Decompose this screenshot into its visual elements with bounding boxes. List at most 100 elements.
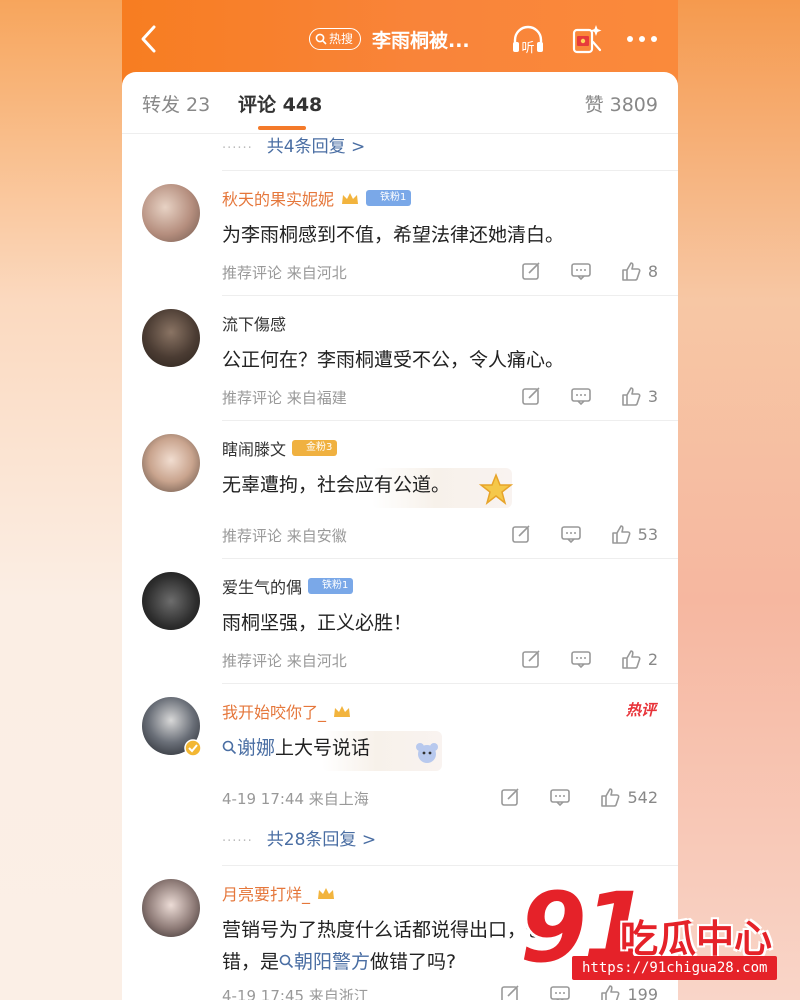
search-icon <box>222 740 237 755</box>
like-count: 8 <box>647 261 658 281</box>
comment-text: 营销号为了热度什么话都说得出口，也 <box>222 919 546 941</box>
active-tab-indicator <box>258 126 306 130</box>
comment-text: 公正何在？李雨桐遭受不公，令人痛心。 <box>222 349 565 371</box>
red-packet-button[interactable] <box>568 20 606 58</box>
comment-meta: 4-19 17:45 来自浙江 <box>222 987 369 1000</box>
thumbs-up-icon <box>622 387 641 406</box>
comment-text: 谢娜上大号说话 <box>222 733 370 760</box>
avatar[interactable] <box>142 309 200 367</box>
like-button[interactable]: 53 <box>610 523 658 545</box>
comment-meta: 推荐评论 来自福建 <box>222 389 347 407</box>
comment-text: 无辜遭拘，社会应有公道。 <box>222 474 451 496</box>
crown-icon <box>342 193 359 204</box>
topic-link[interactable]: 谢娜 <box>222 737 275 759</box>
search-icon <box>279 954 294 969</box>
thumbs-up-icon <box>622 650 641 669</box>
avatar[interactable] <box>142 184 200 242</box>
comment-author[interactable]: 流下傷感 <box>222 311 286 335</box>
comment-actions: 2 <box>520 648 658 670</box>
more-icon <box>627 36 657 42</box>
like-count: 542 <box>627 787 658 807</box>
comment-icon[interactable] <box>560 523 582 545</box>
like-count: 53 <box>637 524 658 544</box>
crown-icon <box>318 888 335 899</box>
watermark-url: https://91chigua28.com <box>572 956 778 980</box>
tab-bar: 转发 23 评论 448 赞 3809 <box>122 72 678 134</box>
star-sticker-icon <box>478 472 514 505</box>
avatar[interactable] <box>142 879 200 937</box>
fan-badge: 金粉3 <box>292 440 338 456</box>
comment-author[interactable]: 爱生气的偶 铁粉1 <box>222 574 354 598</box>
divider <box>222 420 678 421</box>
share-icon[interactable] <box>499 983 521 1000</box>
listen-button[interactable]: 听 <box>510 22 546 58</box>
like-button[interactable]: 2 <box>620 648 658 670</box>
app-screen: 热搜 李雨桐被... 听 转发 23 评论 448 赞 3809 ······ … <box>122 0 678 1000</box>
divider <box>222 558 678 559</box>
like-button[interactable]: 542 <box>599 786 658 808</box>
sticker-icon <box>416 743 438 763</box>
chevron-left-icon <box>141 25 156 53</box>
comment-icon[interactable] <box>549 786 571 808</box>
comment-meta: 推荐评论 来自安徽 <box>222 527 347 545</box>
comment-text: 雨桐坚强，正义必胜！ <box>222 612 413 634</box>
avatar[interactable] <box>142 572 200 630</box>
divider <box>222 865 678 866</box>
fan-badge: 铁粉1 <box>366 190 412 206</box>
watermark: 91 吃瓜中心 https://91chigua28.com <box>520 872 790 990</box>
background-left <box>0 0 122 1000</box>
listen-label: 听 <box>521 41 534 56</box>
hot-comment-tag: 热评 <box>625 701 656 719</box>
divider <box>222 170 678 171</box>
page-title[interactable]: 李雨桐被... <box>372 26 470 53</box>
more-button[interactable] <box>624 30 660 48</box>
comment-icon[interactable] <box>570 648 592 670</box>
avatar[interactable] <box>142 434 200 492</box>
comment-author[interactable]: 我开始咬你了_ <box>222 699 352 723</box>
view-replies-link[interactable]: ······ 共4条回复 > <box>222 132 365 157</box>
comment-icon[interactable] <box>570 385 592 407</box>
thumbs-up-icon <box>622 262 641 281</box>
divider <box>222 683 678 684</box>
thumbs-up-icon <box>611 525 631 544</box>
hot-search-badge[interactable]: 热搜 <box>309 28 362 50</box>
watermark-logo-text: 吃瓜中心 <box>620 917 773 961</box>
verified-icon <box>184 739 202 757</box>
comment-actions: 8 <box>520 260 658 282</box>
comment-actions: 3 <box>520 385 658 407</box>
background-right <box>678 0 800 1000</box>
hot-search-label: 热搜 <box>329 31 354 46</box>
headphones-icon: 听 <box>513 25 543 56</box>
back-button[interactable] <box>136 22 162 56</box>
divider <box>122 133 678 134</box>
comments-panel: 转发 23 评论 448 赞 3809 ······ 共4条回复 > 秋天的果实妮… <box>122 72 678 1000</box>
tab-reposts[interactable]: 转发 23 <box>142 90 210 117</box>
divider <box>222 295 678 296</box>
comment-meta: 推荐评论 来自河北 <box>222 264 347 282</box>
thumbs-up-icon <box>601 788 620 807</box>
share-icon[interactable] <box>520 648 542 670</box>
search-icon <box>315 33 327 45</box>
fan-badge: 铁粉1 <box>308 578 354 594</box>
comment-meta: 4-19 17:44 来自上海 <box>222 790 369 808</box>
topic-link[interactable]: 朝阳警方 <box>279 951 370 973</box>
share-icon[interactable] <box>520 385 542 407</box>
tab-likes[interactable]: 赞 3809 <box>585 90 658 117</box>
comment-author[interactable]: 秋天的果实妮妮 铁粉1 <box>222 186 412 210</box>
comment-actions: 542 <box>499 786 658 808</box>
red-packet-icon <box>572 25 602 54</box>
like-button[interactable]: 8 <box>620 260 658 282</box>
share-icon[interactable] <box>510 523 532 545</box>
like-button[interactable]: 3 <box>620 385 658 407</box>
comment-text: 为李雨桐感到不值，希望法律还她清白。 <box>222 224 565 246</box>
share-icon[interactable] <box>520 260 542 282</box>
tab-comments[interactable]: 评论 448 <box>238 90 322 117</box>
comment-author[interactable]: 月亮要打烊_ <box>222 881 336 905</box>
crown-icon <box>334 706 351 717</box>
view-replies-link[interactable]: ······ 共28条回复 > <box>222 825 376 850</box>
comment-meta: 推荐评论 来自河北 <box>222 652 347 670</box>
comment-icon[interactable] <box>570 260 592 282</box>
share-icon[interactable] <box>499 786 521 808</box>
like-count: 2 <box>647 649 658 669</box>
comment-author[interactable]: 瞎闹滕文 金粉3 <box>222 436 338 460</box>
